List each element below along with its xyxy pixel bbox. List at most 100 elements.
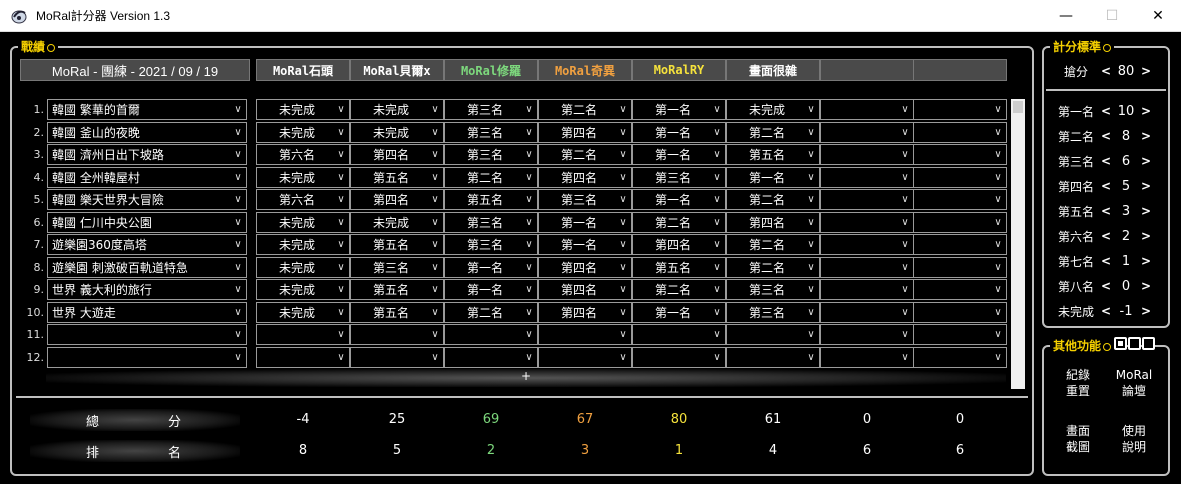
rank-point-decrease-button[interactable]: < <box>1100 154 1112 168</box>
result-select[interactable]: 未完成 ∨ <box>256 279 350 300</box>
result-select[interactable]: ∨ <box>820 234 914 255</box>
result-select[interactable]: ∨ <box>913 167 1007 188</box>
result-select[interactable]: 第三名 ∨ <box>444 122 538 143</box>
stage-select[interactable]: 韓國 仁川中央公園 ∨ <box>47 212 247 233</box>
layout-toggle[interactable] <box>1114 337 1155 350</box>
reset-record-button[interactable]: 紀錄 重置 <box>1056 367 1100 399</box>
result-select[interactable]: ∨ <box>726 324 820 345</box>
result-select[interactable]: 第一名 ∨ <box>444 279 538 300</box>
result-select[interactable]: 第五名 ∨ <box>350 279 444 300</box>
result-select[interactable]: 第二名 ∨ <box>726 234 820 255</box>
result-select[interactable]: ∨ <box>538 324 632 345</box>
result-select[interactable]: 未完成 ∨ <box>350 122 444 143</box>
rank-point-increase-button[interactable]: > <box>1140 229 1152 243</box>
stage-select[interactable]: ∨ <box>47 324 247 345</box>
stage-select[interactable]: 世界 義大利的旅行 ∨ <box>47 279 247 300</box>
result-select[interactable]: 第一名 ∨ <box>444 257 538 278</box>
result-select[interactable]: 未完成 ∨ <box>726 99 820 120</box>
result-select[interactable]: 未完成 ∨ <box>256 212 350 233</box>
result-select[interactable]: 第二名 ∨ <box>726 257 820 278</box>
result-select[interactable]: ∨ <box>913 234 1007 255</box>
grab-increase-button[interactable]: > <box>1140 64 1152 78</box>
result-select[interactable]: ∨ <box>350 324 444 345</box>
player-header-4[interactable]: MoRal奇異 <box>538 59 632 81</box>
result-select[interactable]: 第五名 ∨ <box>350 302 444 323</box>
result-select[interactable]: 第四名 ∨ <box>538 122 632 143</box>
result-select[interactable]: 未完成 ∨ <box>256 167 350 188</box>
result-select[interactable]: 第三名 ∨ <box>350 257 444 278</box>
result-select[interactable]: 第二名 ∨ <box>726 189 820 210</box>
result-select[interactable]: 第二名 ∨ <box>538 99 632 120</box>
maximize-button[interactable]: ☐ <box>1089 0 1135 32</box>
result-select[interactable]: ∨ <box>913 212 1007 233</box>
result-select[interactable]: ∨ <box>820 347 914 368</box>
result-select[interactable]: 第一名 ∨ <box>538 234 632 255</box>
stage-select[interactable]: 韓國 濟州日出下坡路 ∨ <box>47 144 247 165</box>
result-select[interactable]: 第三名 ∨ <box>444 212 538 233</box>
result-select[interactable]: 第三名 ∨ <box>444 99 538 120</box>
result-select[interactable]: 第三名 ∨ <box>444 144 538 165</box>
result-select[interactable]: ∨ <box>913 122 1007 143</box>
layout-option-1-icon[interactable] <box>1114 337 1127 350</box>
event-title[interactable]: MoRal - 團練 - 2021 / 09 / 19 <box>20 59 250 81</box>
result-select[interactable]: 第二名 ∨ <box>444 167 538 188</box>
rank-point-decrease-button[interactable]: < <box>1100 279 1112 293</box>
player-header-1[interactable]: MoRal石頭 <box>256 59 350 81</box>
result-select[interactable]: 未完成 ∨ <box>350 212 444 233</box>
player-header-2[interactable]: MoRal貝爾x <box>350 59 444 81</box>
rank-point-increase-button[interactable]: > <box>1140 179 1152 193</box>
result-select[interactable]: 第三名 ∨ <box>538 189 632 210</box>
stage-select[interactable]: 韓國 繁華的首爾 ∨ <box>47 99 247 120</box>
result-select[interactable]: ∨ <box>726 347 820 368</box>
player-header-5[interactable]: MoRalRY <box>632 59 726 81</box>
rank-point-decrease-button[interactable]: < <box>1100 204 1112 218</box>
result-select[interactable]: ∨ <box>444 347 538 368</box>
result-select[interactable]: 第四名 ∨ <box>538 167 632 188</box>
result-select[interactable]: 第五名 ∨ <box>726 144 820 165</box>
result-select[interactable]: 第五名 ∨ <box>350 167 444 188</box>
result-select[interactable]: 第一名 ∨ <box>632 99 726 120</box>
screen-capture-button[interactable]: 畫面 截圖 <box>1056 423 1100 455</box>
player-header-6[interactable]: 畫面很雜 <box>726 59 820 81</box>
result-select[interactable]: 未完成 ∨ <box>256 234 350 255</box>
rank-point-decrease-button[interactable]: < <box>1100 304 1112 318</box>
rank-point-decrease-button[interactable]: < <box>1100 104 1112 118</box>
result-select[interactable]: 第五名 ∨ <box>444 189 538 210</box>
result-select[interactable]: ∨ <box>820 99 914 120</box>
result-select[interactable]: ∨ <box>913 302 1007 323</box>
result-select[interactable]: 第二名 ∨ <box>632 279 726 300</box>
player-header-3[interactable]: MoRal修羅 <box>444 59 538 81</box>
result-select[interactable]: 第六名 ∨ <box>256 189 350 210</box>
rank-point-increase-button[interactable]: > <box>1140 204 1152 218</box>
stage-select[interactable]: 韓國 釜山的夜晚 ∨ <box>47 122 247 143</box>
result-select[interactable]: ∨ <box>913 144 1007 165</box>
result-select[interactable]: 第四名 ∨ <box>350 144 444 165</box>
result-select[interactable]: ∨ <box>632 324 726 345</box>
result-select[interactable]: ∨ <box>913 99 1007 120</box>
result-select[interactable]: ∨ <box>913 189 1007 210</box>
result-select[interactable]: 第三名 ∨ <box>726 279 820 300</box>
result-select[interactable]: 第四名 ∨ <box>538 257 632 278</box>
result-select[interactable]: ∨ <box>538 347 632 368</box>
layout-option-3-icon[interactable] <box>1142 337 1155 350</box>
result-select[interactable]: 第四名 ∨ <box>538 302 632 323</box>
grid-scrollbar[interactable] <box>1011 99 1025 389</box>
result-select[interactable]: ∨ <box>820 167 914 188</box>
result-select[interactable]: 第二名 ∨ <box>726 122 820 143</box>
result-select[interactable]: 第二名 ∨ <box>632 212 726 233</box>
help-button[interactable]: 使用 說明 <box>1112 423 1156 455</box>
result-select[interactable]: ∨ <box>444 324 538 345</box>
stage-select[interactable]: 遊樂園360度高塔 ∨ <box>47 234 247 255</box>
layout-option-2-icon[interactable] <box>1128 337 1141 350</box>
result-select[interactable]: ∨ <box>913 257 1007 278</box>
result-select[interactable]: ∨ <box>820 257 914 278</box>
result-select[interactable]: 未完成 ∨ <box>350 99 444 120</box>
rank-point-increase-button[interactable]: > <box>1140 154 1152 168</box>
result-select[interactable]: ∨ <box>820 279 914 300</box>
result-select[interactable]: 未完成 ∨ <box>256 302 350 323</box>
result-select[interactable]: ∨ <box>820 144 914 165</box>
result-select[interactable]: ∨ <box>820 324 914 345</box>
stage-select[interactable]: 韓國 樂天世界大冒險 ∨ <box>47 189 247 210</box>
result-select[interactable]: 未完成 ∨ <box>256 257 350 278</box>
rank-point-decrease-button[interactable]: < <box>1100 129 1112 143</box>
